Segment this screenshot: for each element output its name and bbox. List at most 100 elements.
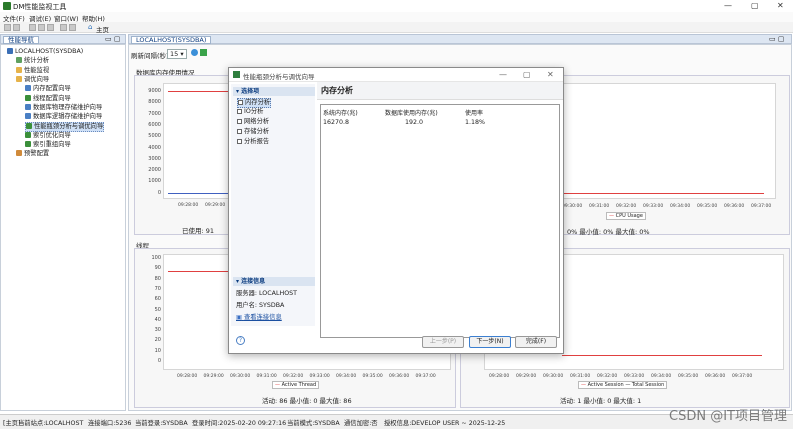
tree-item-label: 数据库物理存储维护向导	[33, 103, 103, 111]
cpu-plot-area	[562, 83, 776, 199]
tree-item[interactable]: 数据库物理存储维护向导	[25, 103, 103, 112]
tree-item-label: 调优向导	[24, 75, 50, 83]
status-login: 当前登录:SYSDBA	[135, 420, 188, 427]
tree-item-label: 统计分析	[24, 57, 50, 65]
checkbox[interactable]	[237, 109, 242, 114]
y-tick-label: 2000	[148, 167, 161, 174]
session-legend: — Active Session — Total Session	[578, 381, 668, 389]
conn-section-header[interactable]: ▾ 连接信息	[233, 277, 315, 286]
forward-icon[interactable]	[69, 24, 76, 31]
tree-item[interactable]: 索引重组向导	[25, 141, 71, 149]
paste-icon[interactable]	[47, 24, 54, 31]
wizard-item-label: 网络分析	[244, 118, 270, 125]
y-tick-label: 60	[154, 296, 161, 303]
home-icon[interactable]: ⌂	[88, 23, 92, 31]
y-tick-label: 100	[151, 255, 161, 261]
minimize-icon[interactable]: —	[724, 1, 732, 10]
checkbox[interactable]	[237, 129, 242, 134]
dialog-minimize-icon[interactable]: —	[499, 70, 507, 79]
panel-minimize-icon[interactable]: ▭ ▢	[105, 35, 120, 43]
tree-item[interactable]: 性能监视	[16, 66, 49, 75]
tree-item-label: 索引重组向导	[33, 141, 71, 148]
tree-item[interactable]: 内存配置向导	[25, 85, 71, 93]
tab-localhost[interactable]: LOCALHOST(SYSDBA)	[131, 36, 212, 44]
wizard-dialog: 性能瓶颈分析与调优向导 — ▢ ✕ ▾ 选择项 内存分析 IO分析 网络分析 存…	[228, 67, 564, 354]
tree-item[interactable]: LOCALHOST(SYSDBA)	[7, 48, 83, 56]
x-tick-label: 09:37:00	[732, 374, 753, 379]
window-title: DM性能监视工具	[13, 3, 67, 11]
tree-item[interactable]: 线程配置向导	[25, 94, 71, 103]
panel-controls-icon[interactable]: ▭ ▢	[769, 35, 784, 43]
x-tick-label: 09:32:00	[283, 374, 304, 379]
dialog-title-bar: 性能瓶颈分析与调优向导 — ▢ ✕	[229, 68, 563, 82]
home-label[interactable]: 主页	[96, 24, 109, 34]
apply-icon[interactable]	[200, 49, 207, 56]
x-tick-label: 09:28:00	[489, 374, 510, 379]
save-icon[interactable]	[13, 24, 20, 31]
select-section-label: 选择项	[241, 88, 260, 95]
status-license: 授权信息:DEVELOP USER ~ 2025-12-25	[384, 420, 506, 427]
refresh-label: 刷新间隔(秒)	[131, 52, 169, 60]
app-icon	[3, 2, 11, 10]
refresh-interval-select[interactable]: 15 ▾	[167, 49, 187, 59]
tree-item[interactable]: 索引优化向导	[25, 131, 71, 140]
finish-button[interactable]: 完成(F)	[515, 336, 557, 348]
maximize-icon[interactable]: ▢	[751, 1, 759, 10]
cpu-stats: 0% 最小值: 0% 最大值: 0%	[567, 228, 650, 236]
dialog-close-icon[interactable]: ✕	[547, 70, 554, 79]
wizard-item-storage[interactable]: 存储分析	[237, 128, 269, 136]
prev-button[interactable]: 上一步(P)	[422, 336, 464, 348]
tree-item-label: 内存配置向导	[33, 85, 71, 93]
watermark: CSDN @IT项目管理	[669, 409, 787, 424]
view-conn-label: 查看连接信息	[243, 314, 282, 321]
status-port: 连接端口:5236	[88, 420, 132, 427]
close-icon[interactable]: ✕	[777, 1, 784, 10]
back-icon[interactable]	[60, 24, 67, 31]
tree-node-icon	[25, 141, 31, 147]
wizard-item-report[interactable]: 分析报告	[237, 138, 269, 146]
tree-node-icon	[16, 66, 22, 73]
tree-item[interactable]: 预警配置	[16, 150, 49, 158]
thread-legend: — Active Thread	[272, 381, 320, 389]
checkbox[interactable]	[238, 100, 243, 105]
y-tick-label: 0	[157, 358, 161, 364]
toolbar: ⌂ 主页	[0, 22, 793, 34]
y-tick-label: 9000	[148, 88, 161, 94]
x-tick-label: 09:29:00	[516, 374, 537, 379]
x-tick-label: 09:31:00	[570, 374, 591, 379]
tree-item[interactable]: 调优向导	[16, 75, 50, 84]
y-tick-label: 50	[154, 306, 161, 313]
x-tick-label: 09:34:00	[670, 204, 691, 209]
x-tick-label: 09:30:00	[562, 204, 583, 209]
help-icon[interactable]: ?	[236, 336, 245, 345]
cut-icon[interactable]	[29, 24, 36, 31]
wizard-item-network[interactable]: 网络分析	[237, 118, 269, 126]
checkbox[interactable]	[237, 119, 242, 124]
tab-perf-nav[interactable]: 性能导航	[3, 36, 39, 44]
y-tick-label: 7000	[148, 110, 161, 117]
status-time: 登录时间:2025-02-20 09:27:16	[192, 420, 287, 427]
view-conn-link[interactable]: ▣ 查看连接信息	[236, 314, 282, 322]
wizard-item-memory[interactable]: 内存分析	[237, 98, 272, 108]
dialog-maximize-icon[interactable]: ▢	[523, 70, 531, 79]
menu-bar: 文件(F) 调试(E) 窗口(W) 帮助(H)	[0, 12, 793, 23]
tree-item[interactable]: 统计分析	[16, 57, 49, 65]
memory-used-stat: 已使用: 91	[182, 227, 215, 235]
wizard-sidebar: ▾ 选择项 内存分析 IO分析 网络分析 存储分析 分析报告 ▾ 连接信息 服务…	[231, 84, 315, 326]
wizard-item-label: 存储分析	[244, 128, 270, 135]
status-enc: 通信加密:否	[344, 420, 378, 427]
next-button[interactable]: 下一步(N)	[469, 336, 511, 348]
new-icon[interactable]	[4, 24, 11, 31]
refresh-icon[interactable]	[191, 49, 198, 56]
checkbox[interactable]	[237, 139, 242, 144]
x-tick-label: 09:29:00	[203, 374, 224, 379]
status-mode: 当前模式:SYSDBA	[287, 420, 340, 427]
wizard-item-io[interactable]: IO分析	[237, 108, 263, 116]
conn-section-label: 连接信息	[241, 278, 266, 285]
y-tick-label: 8000	[148, 99, 161, 106]
select-section-header[interactable]: ▾ 选择项	[233, 87, 315, 96]
tree-item[interactable]: 数据库逻辑存储维护向导	[25, 113, 102, 121]
wizard-main: 内存分析 系统内存(兆) 数据库使用内存(兆) 使用率 16270.8 192.…	[317, 82, 563, 338]
copy-icon[interactable]	[38, 24, 45, 31]
x-tick-label: 09:35:00	[678, 374, 699, 379]
